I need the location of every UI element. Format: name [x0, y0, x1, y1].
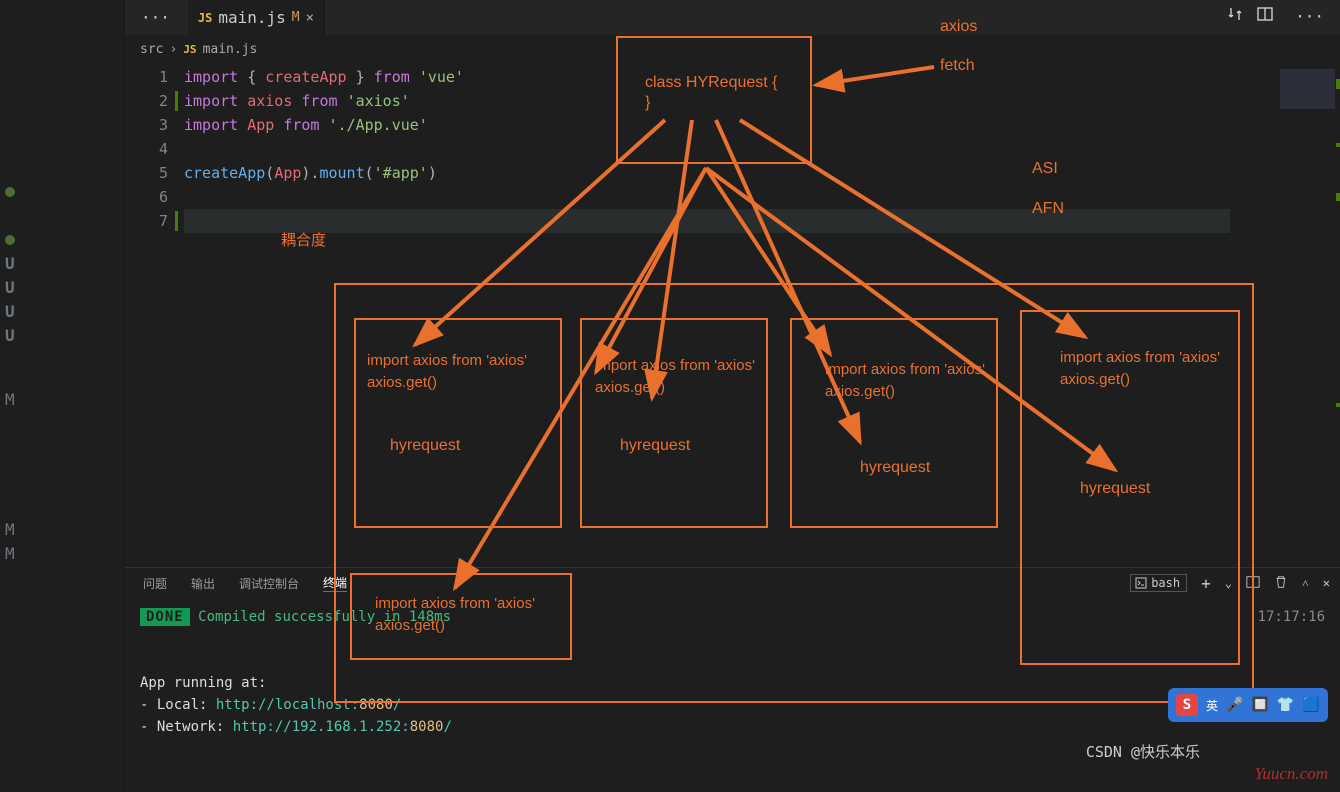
scm-dot: [5, 180, 15, 204]
tab-main-js[interactable]: JS main.js M ×: [188, 0, 325, 35]
terminal-output[interactable]: DONE Compiled successfully in 148ms17:17…: [125, 598, 1340, 792]
terminal-profile-bash[interactable]: bash: [1130, 574, 1187, 592]
panel-tab-output[interactable]: 输出: [191, 575, 215, 592]
split-terminal-icon[interactable]: [1246, 575, 1260, 592]
panel-tab-terminal[interactable]: 终端: [323, 574, 347, 592]
terminal-dropdown-icon[interactable]: ⌄: [1225, 576, 1232, 590]
scm-untracked-mark: U: [5, 252, 15, 276]
scm-untracked-mark: U: [5, 276, 15, 300]
breadcrumb[interactable]: src › JS main.js: [125, 35, 1340, 63]
done-badge: DONE: [140, 608, 190, 626]
js-file-icon: JS: [183, 43, 196, 56]
panel-tab-debug[interactable]: 调试控制台: [239, 575, 299, 592]
panel-tab-problems[interactable]: 问题: [143, 575, 167, 592]
editor-actions-overflow[interactable]: ···: [1287, 7, 1332, 26]
js-file-icon: JS: [198, 11, 212, 25]
scm-modified-mark: M: [5, 388, 15, 412]
split-editor-icon[interactable]: [1257, 6, 1273, 26]
line-number-gutter: 1 2 3 4 5 6 7: [125, 63, 180, 567]
scm-untracked-mark: U: [5, 300, 15, 324]
minimap[interactable]: [1230, 63, 1340, 567]
close-icon[interactable]: ×: [306, 10, 314, 26]
tab-bar-overflow[interactable]: ···: [133, 8, 178, 27]
modified-indicator: M: [292, 10, 300, 25]
scm-modified-mark: M: [5, 518, 15, 542]
scm-dot: [5, 228, 15, 252]
maximize-panel-icon[interactable]: ˄: [1302, 576, 1309, 591]
compare-changes-icon[interactable]: [1227, 6, 1243, 26]
close-panel-icon[interactable]: ✕: [1323, 576, 1330, 590]
scm-untracked-mark: U: [5, 324, 15, 348]
new-terminal-icon[interactable]: +: [1201, 574, 1211, 593]
code-editor[interactable]: import { createApp } from 'vue' import a…: [180, 63, 1230, 567]
kill-terminal-icon[interactable]: [1274, 575, 1288, 592]
tab-label: main.js: [218, 8, 285, 27]
